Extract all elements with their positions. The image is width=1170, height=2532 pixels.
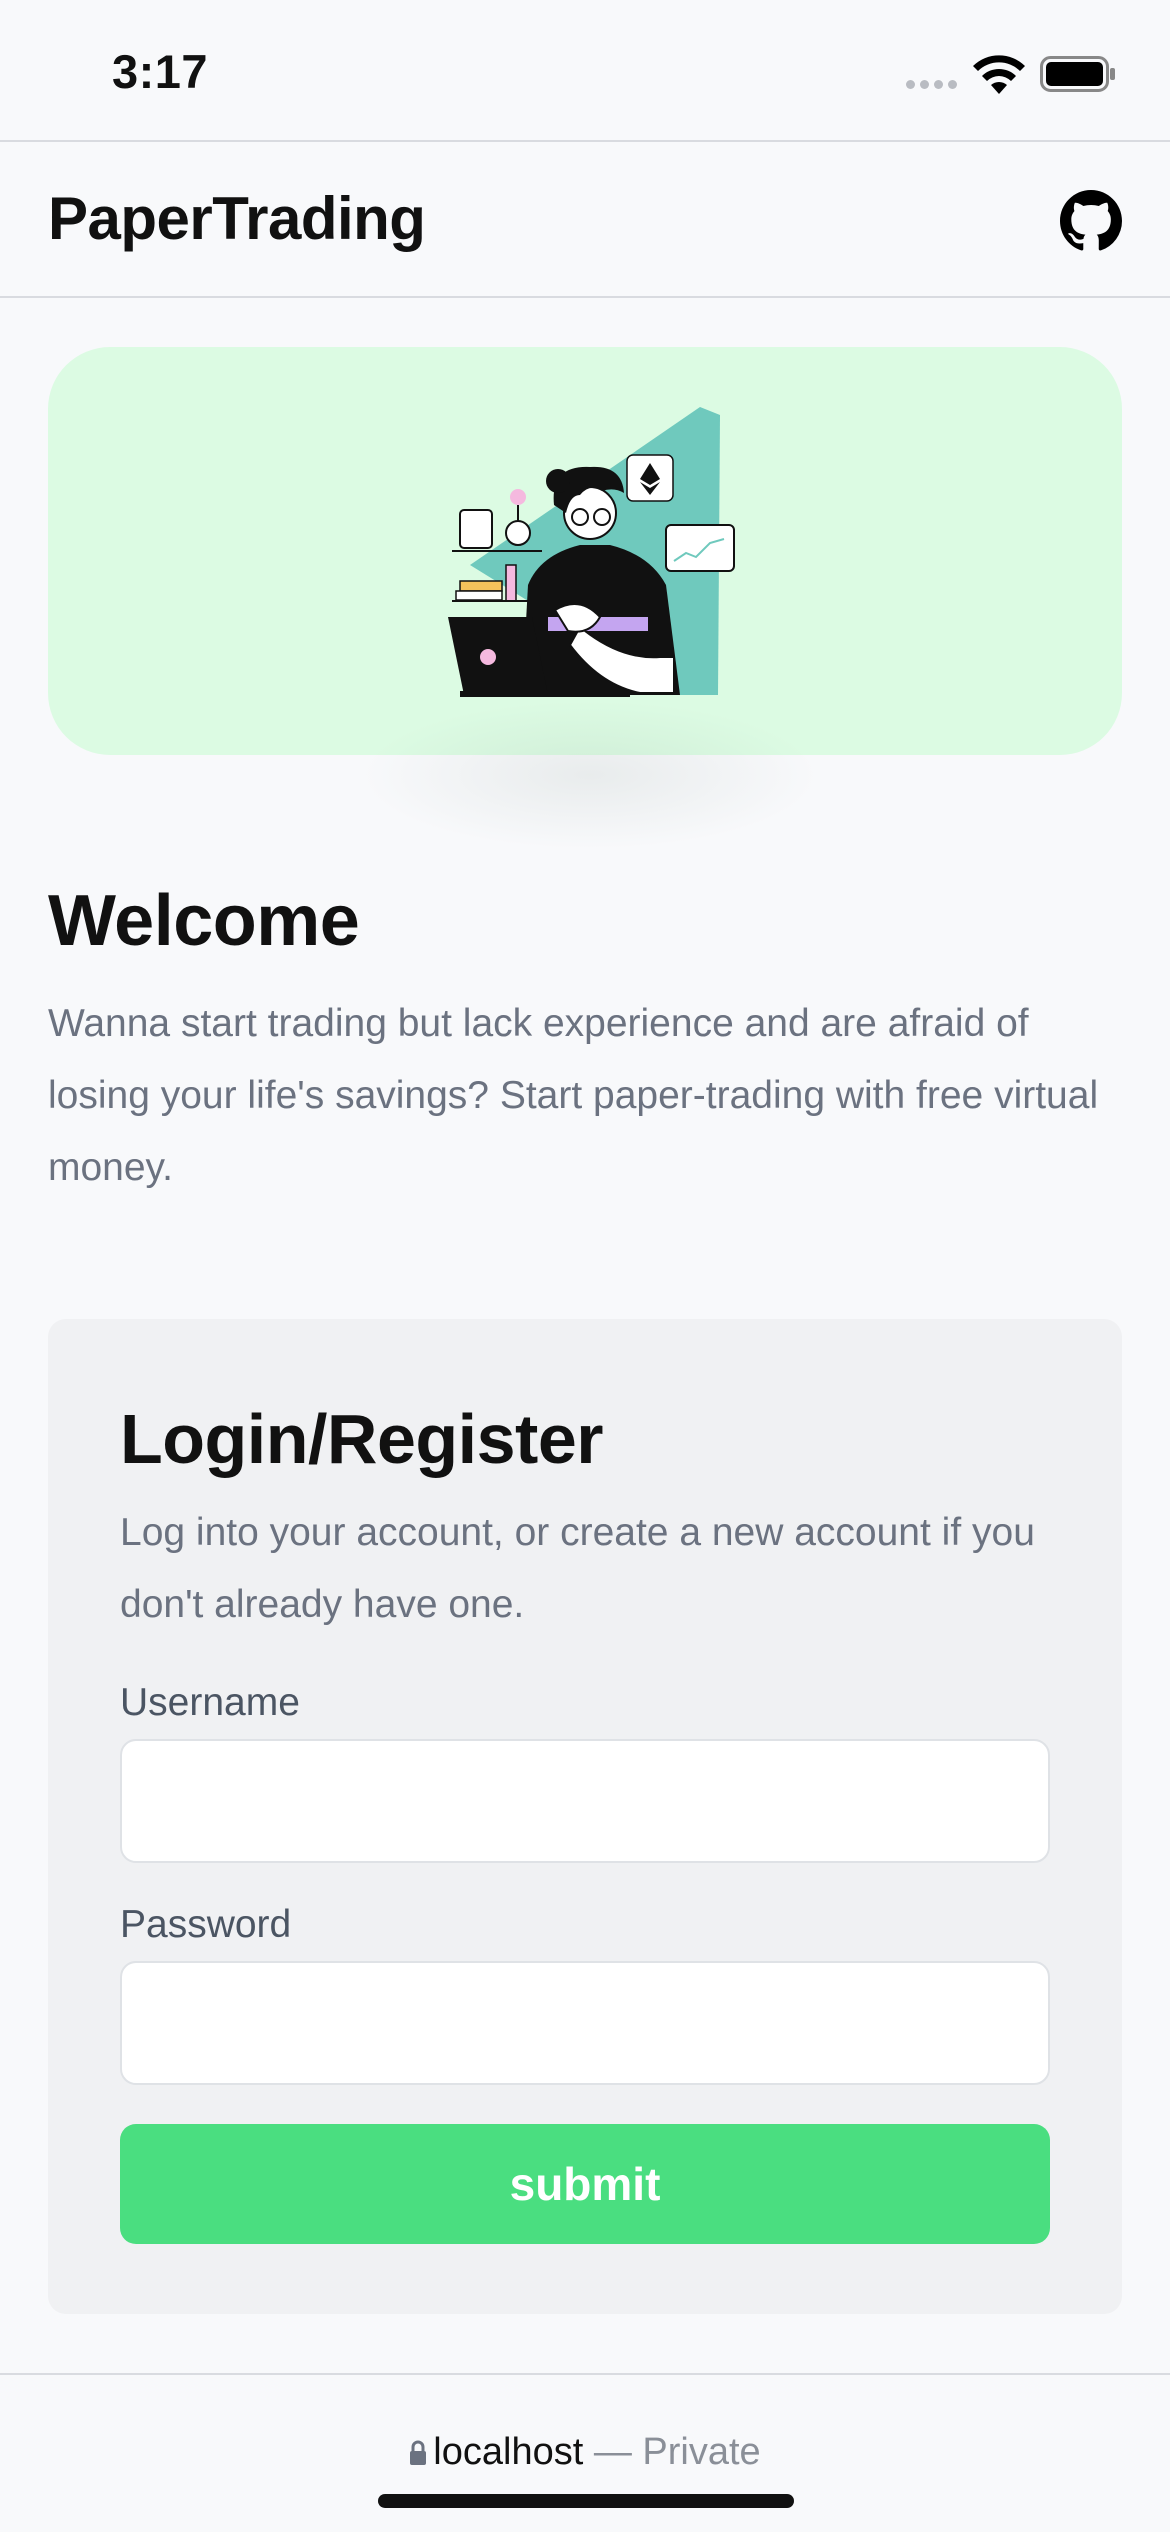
password-input[interactable] (122, 1963, 1048, 2083)
hero-shadow (360, 700, 820, 850)
browser-address-bar[interactable]: localhost — Private (0, 2373, 1170, 2532)
url-host: localhost (433, 2431, 584, 2473)
password-label: Password (120, 1903, 292, 1946)
battery-icon (1040, 56, 1115, 92)
page: 3:17 PaperTrading Welcome Wanna start tr… (0, 0, 1170, 2532)
person-with-laptop-illustration (448, 407, 735, 697)
brand-title[interactable]: PaperTrading (48, 184, 426, 253)
login-description: Log into your account, or create a new a… (120, 1511, 1035, 1626)
username-label: Username (120, 1681, 300, 1724)
username-input[interactable] (122, 1741, 1048, 1861)
status-time: 3:17 (112, 45, 209, 98)
lock-icon (410, 2440, 427, 2465)
app-header: PaperTrading (0, 140, 1170, 298)
submit-button[interactable]: submit (120, 2124, 1050, 2244)
welcome-title: Welcome (48, 881, 360, 961)
url-display[interactable]: localhost — Private (0, 2431, 1170, 2474)
private-mode-label: Private (642, 2431, 761, 2473)
username-field-wrapper (120, 1739, 1050, 1863)
login-title: Login/Register (120, 1400, 604, 1478)
password-field-wrapper (120, 1961, 1050, 2085)
url-separator: — (583, 2431, 643, 2473)
cellular-signal-icon (906, 80, 957, 89)
login-card: Login/Register Log into your account, or… (48, 1319, 1122, 2314)
welcome-text: Wanna start trading but lack experience … (48, 1002, 1099, 1189)
github-icon[interactable] (1060, 190, 1122, 252)
home-indicator[interactable] (378, 2494, 794, 2508)
wifi-icon (973, 55, 1025, 94)
status-bar: 3:17 (0, 0, 1170, 140)
